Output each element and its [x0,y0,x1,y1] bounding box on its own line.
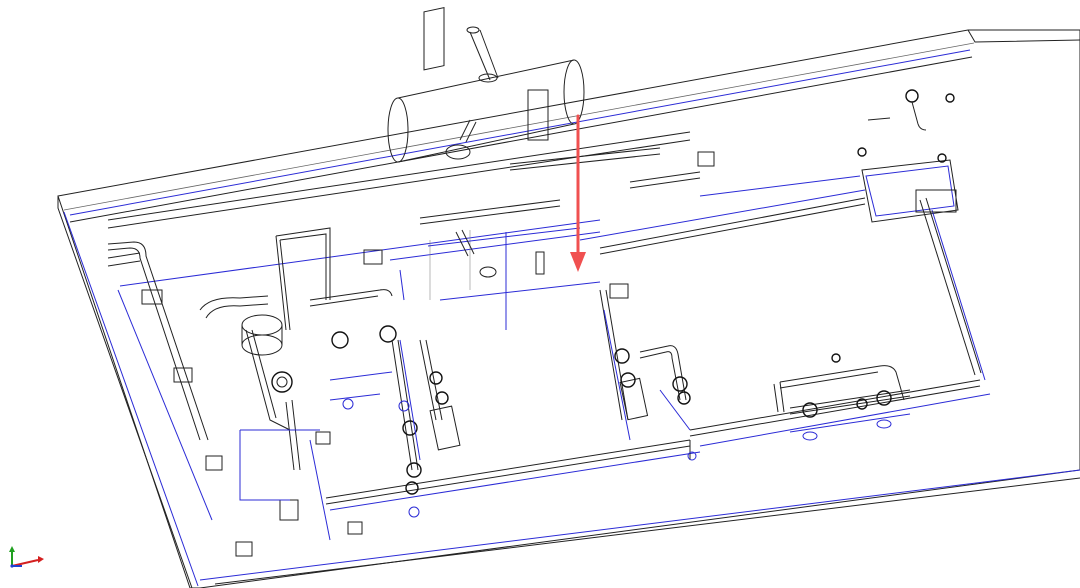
middle-branches [329,339,461,478]
right-manifold [773,89,986,441]
right-middle-branch [599,289,691,441]
main-pipe-runs [107,131,866,287]
construction-lines [399,175,861,330]
left-vertical-pipes [107,151,715,557]
highlight-arrow [570,114,586,272]
cad-viewport[interactable] [0,0,1080,588]
left-equipment-cluster [199,227,397,541]
skid-base-frame [57,29,1080,588]
xyz-axis-triad-icon [9,546,44,568]
piping-isometric-drawing [9,7,1080,588]
